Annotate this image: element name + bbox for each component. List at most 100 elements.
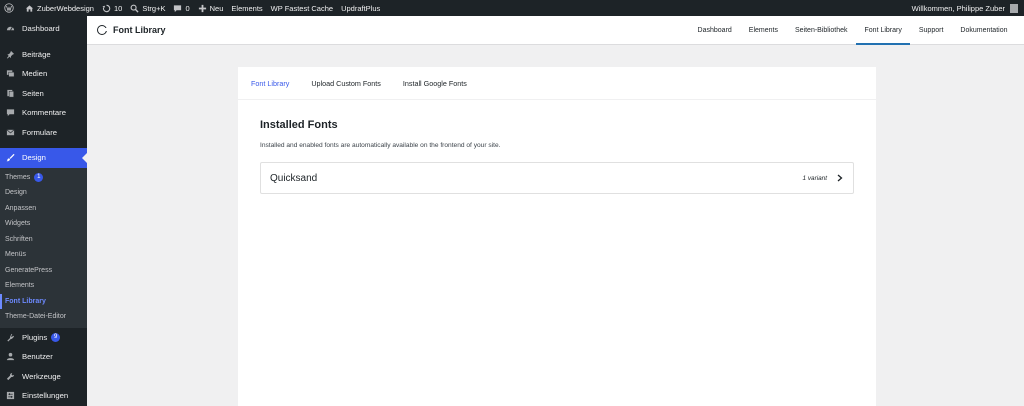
- submenu-item-label: GeneratePress: [5, 266, 53, 274]
- admin-bar: ZuberWebdesign 10 Strg+K 0 Neu Elements …: [0, 0, 1024, 16]
- wordpress-icon: [4, 3, 14, 13]
- sidebar-item-label: Medien: [22, 69, 48, 79]
- wordpress-logo-button[interactable]: [0, 0, 21, 16]
- sidebar-item-label: Design: [22, 153, 46, 163]
- submenu-item-label: Design: [5, 189, 27, 197]
- submenu-item-label: Font Library: [5, 297, 46, 305]
- nav-dashboard[interactable]: Dashboard: [689, 16, 740, 45]
- tab-font-library[interactable]: Font Library: [251, 79, 289, 88]
- wp-fastest-cache-label: WP Fastest Cache: [270, 3, 334, 13]
- font-variant-count: 1 variant: [802, 174, 827, 182]
- updraftplus-label: UpdraftPlus: [341, 3, 381, 13]
- comment-icon: [173, 4, 182, 13]
- chevron-right-icon[interactable]: [836, 174, 844, 182]
- submenu-item-elements[interactable]: Elements: [0, 278, 87, 294]
- sidebar-item-dashboard[interactable]: Dashboard: [0, 19, 87, 39]
- new-content-link[interactable]: Neu: [194, 0, 228, 16]
- updates-count: 10: [113, 3, 123, 13]
- submenu-item-label: Anpassen: [5, 204, 37, 212]
- updates-link[interactable]: 10: [98, 0, 126, 16]
- design-submenu: Themes 1 Design Anpassen Widgets Schrift…: [0, 167, 87, 328]
- comments-count: 0: [185, 3, 190, 13]
- comment-icon: [5, 108, 16, 117]
- tab-upload-custom-fonts[interactable]: Upload Custom Fonts: [311, 79, 381, 88]
- sidebar-item-label: Dashboard: [22, 24, 60, 34]
- wrench-icon: [5, 372, 16, 381]
- font-row[interactable]: Quicksand 1 variant: [260, 162, 854, 194]
- nav-font-library[interactable]: Font Library: [856, 16, 910, 45]
- submenu-item-theme-editor[interactable]: Theme-Datei-Editor: [0, 309, 87, 325]
- search-icon: [130, 4, 139, 13]
- sidebar-item-plugins[interactable]: Plugins 9: [0, 328, 87, 348]
- sidebar-item-seiten[interactable]: Seiten: [0, 84, 87, 104]
- nav-dokumentation[interactable]: Dokumentation: [952, 16, 1016, 45]
- submenu-item-label: Schriften: [5, 235, 33, 243]
- site-name: ZuberWebdesign: [37, 3, 94, 13]
- sidebar-item-kommentare[interactable]: Kommentare: [0, 103, 87, 123]
- settings-icon: [5, 391, 16, 400]
- submenu-item-font-library[interactable]: Font Library: [0, 293, 87, 309]
- envelope-icon: [5, 128, 16, 137]
- nav-seiten-bibliothek[interactable]: Seiten-Bibliothek: [786, 16, 856, 45]
- media-icon: [5, 69, 16, 78]
- submenu-item-schriften[interactable]: Schriften: [0, 232, 87, 248]
- plugins-update-badge: 9: [51, 332, 61, 342]
- plus-icon: [198, 4, 207, 13]
- submenu-item-design[interactable]: Design: [0, 185, 87, 201]
- nav-elements[interactable]: Elements: [740, 16, 786, 45]
- sidebar-item-label: Seiten: [22, 88, 44, 98]
- sidebar-item-label: Kommentare: [22, 108, 67, 118]
- sidebar-item-benutzer[interactable]: Benutzer: [0, 347, 87, 367]
- new-label: Neu: [209, 3, 224, 13]
- sidebar-item-einstellungen[interactable]: Einstellungen: [0, 386, 87, 406]
- section-description: Installed and enabled fonts are automati…: [260, 142, 501, 149]
- sidebar-item-medien[interactable]: Medien: [0, 64, 87, 84]
- plugin-header: Font Library Dashboard Elements Seiten-B…: [87, 16, 1024, 45]
- site-name-link[interactable]: ZuberWebdesign: [21, 0, 98, 16]
- submenu-item-anpassen[interactable]: Anpassen: [0, 201, 87, 217]
- tab-install-google-fonts[interactable]: Install Google Fonts: [403, 79, 467, 88]
- submenu-item-label: Menüs: [5, 251, 27, 259]
- avatar: [1010, 3, 1018, 13]
- dashboard-icon: [5, 24, 16, 33]
- sidebar-item-label: Beiträge: [22, 49, 51, 59]
- submenu-item-themes[interactable]: Themes 1: [0, 170, 87, 186]
- sidebar-item-label: Plugins: [22, 332, 48, 342]
- pages-icon: [5, 89, 16, 98]
- wp-fastest-cache-link[interactable]: WP Fastest Cache: [267, 0, 337, 16]
- font-library-tabs: Font Library Upload Custom Fonts Install…: [238, 67, 876, 100]
- submenu-item-label: Theme-Datei-Editor: [5, 313, 67, 321]
- plugin-icon: [5, 333, 16, 342]
- sidebar-item-label: Einstellungen: [22, 391, 69, 401]
- sidebar-item-label: Formulare: [22, 127, 58, 137]
- nav-support[interactable]: Support: [910, 16, 952, 45]
- section-heading: Installed Fonts: [260, 119, 338, 131]
- generatepress-logo-icon: [97, 25, 108, 35]
- elements-label: Elements: [231, 3, 263, 13]
- account-menu[interactable]: Willkommen, Philippe Zuber: [911, 3, 1024, 13]
- search-shortcut-link[interactable]: Strg+K: [126, 0, 169, 16]
- submenu-item-generatepress[interactable]: GeneratePress: [0, 263, 87, 279]
- page-title-text: Font Library: [113, 25, 166, 35]
- comments-link[interactable]: 0: [169, 0, 193, 16]
- user-icon: [5, 352, 16, 361]
- search-shortcut: Strg+K: [142, 3, 166, 13]
- submenu-item-menues[interactable]: Menüs: [0, 247, 87, 263]
- sidebar-item-werkzeuge[interactable]: Werkzeuge: [0, 367, 87, 387]
- page-title: Font Library: [97, 25, 166, 35]
- elements-link[interactable]: Elements: [227, 0, 266, 16]
- submenu-item-label: Elements: [5, 282, 35, 290]
- updraftplus-link[interactable]: UpdraftPlus: [337, 0, 384, 16]
- paintbrush-icon: [5, 153, 16, 162]
- user-greeting: Willkommen, Philippe Zuber: [911, 3, 1005, 13]
- pin-icon: [5, 50, 16, 59]
- submenu-item-label: Widgets: [5, 220, 31, 228]
- admin-sidebar: Dashboard Beiträge Medien Seiten Komment…: [0, 16, 87, 406]
- sidebar-item-beitraege[interactable]: Beiträge: [0, 45, 87, 65]
- sidebar-item-formulare[interactable]: Formulare: [0, 123, 87, 143]
- sidebar-item-label: Werkzeuge: [22, 371, 61, 381]
- submenu-item-widgets[interactable]: Widgets: [0, 216, 87, 232]
- themes-update-badge: 1: [34, 172, 44, 182]
- plugin-nav: Dashboard Elements Seiten-Bibliothek Fon…: [689, 16, 1016, 45]
- sidebar-item-design[interactable]: Design: [0, 148, 87, 168]
